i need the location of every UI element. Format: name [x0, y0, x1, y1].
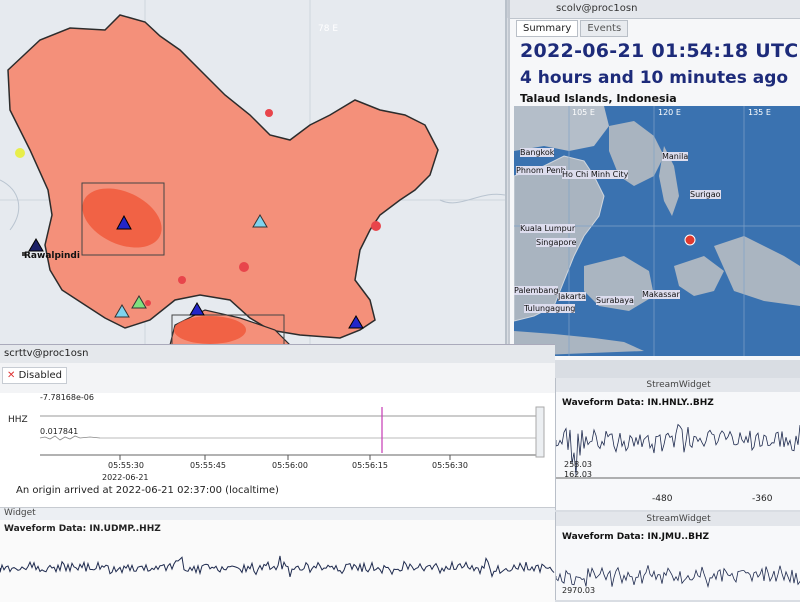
- place-label: Makassar: [642, 290, 680, 299]
- place-label: Surigao: [690, 190, 721, 199]
- lon-tick: 135 E: [748, 108, 771, 117]
- time-tick: 05:56:30: [432, 461, 468, 470]
- window-title: scrttv@proc1osn: [4, 348, 89, 359]
- event-marker: [371, 221, 381, 231]
- window-titlebar[interactable]: scrttv@proc1osn: [0, 345, 555, 363]
- widget-titlebar: Widget: [0, 508, 555, 520]
- widget-title: StreamWidget: [556, 512, 800, 526]
- time-tick: 05:56:15: [352, 461, 388, 470]
- place-label: Bangkok: [520, 148, 555, 157]
- trace-svg[interactable]: [0, 393, 555, 523]
- disabled-toggle[interactable]: ✕ Disabled: [2, 367, 68, 384]
- seismic-map-window[interactable]: 78 E Rawalpindi: [0, 0, 507, 345]
- amplitude-value: 258.03: [564, 460, 592, 469]
- event-epicenter-marker: [684, 234, 696, 246]
- time-tick: -360: [752, 494, 773, 504]
- place-label: Manila: [662, 152, 689, 161]
- event-marker: [239, 262, 249, 272]
- place-label: Jakarta: [558, 292, 586, 301]
- amplitude-value: 162.03: [564, 470, 592, 479]
- close-icon: ✕: [7, 370, 16, 381]
- time-tick: -480: [652, 494, 673, 504]
- lon-tick: 120 E: [658, 108, 681, 117]
- time-tick: 05:55:45: [190, 461, 226, 470]
- widget-title: StreamWidget: [556, 378, 800, 392]
- tab-summary[interactable]: Summary: [516, 20, 579, 37]
- stream-widget[interactable]: StreamWidget Waveform Data: IN.JMU..BHZ …: [555, 512, 800, 600]
- event-marker: [15, 148, 25, 158]
- event-location-map[interactable]: 105 E 120 E 135 E Bangkok Phnom Penh Ho …: [514, 106, 800, 356]
- waveform-label: Waveform Data: IN.HNLY..BHZ: [562, 398, 714, 408]
- lon-tick: 105 E: [572, 108, 595, 117]
- event-region: Talaud Islands, Indonesia: [520, 92, 677, 105]
- waveform-panel[interactable]: -7.78168e-06 HHZ 0.017841 05:55:30 05:55…: [0, 393, 555, 523]
- place-label: Phnom Penh: [516, 166, 566, 175]
- place-label: Tulungagung: [524, 304, 576, 313]
- trace-viewer-window[interactable]: scrttv@proc1osn ✕ Disabled -7.78168e-06 …: [0, 344, 555, 602]
- amplitude-value: 2970.03: [562, 586, 596, 595]
- origin-notification: An origin arrived at 2022-06-21 02:37:00…: [16, 485, 279, 496]
- waveform-widget[interactable]: Widget Waveform Data: IN.UDMP..HHZ: [0, 507, 555, 602]
- tab-bar: Summary Events: [516, 20, 629, 37]
- event-marker: [178, 276, 186, 284]
- date-label: 2022-06-21: [102, 473, 149, 482]
- event-time: 2022-06-21 01:54:18 UTC: [520, 40, 799, 62]
- waveform-trace: [0, 555, 555, 579]
- event-summary-window[interactable]: scolv@proc1osn Summary Events 2022-06-21…: [508, 0, 800, 360]
- window-title: scolv@proc1osn: [556, 3, 638, 14]
- waveform-label: Waveform Data: IN.UDMP..HHZ: [4, 524, 161, 534]
- waveform-label: Waveform Data: IN.JMU..BHZ: [562, 532, 710, 542]
- event-uncertainty-ellipse: [174, 316, 246, 344]
- event-marker: [265, 109, 273, 117]
- place-label: Ho Chi Minh City: [562, 170, 629, 179]
- place-label: Kuala Lumpur: [520, 224, 576, 233]
- widget-title: Widget: [4, 508, 36, 518]
- time-tick: 05:56:00: [272, 461, 308, 470]
- time-tick: 05:55:30: [108, 461, 144, 470]
- station-label: Rawalpindi: [24, 251, 80, 261]
- event-marker: [145, 300, 151, 306]
- tab-events[interactable]: Events: [580, 20, 629, 37]
- window-titlebar[interactable]: scolv@proc1osn: [510, 0, 800, 19]
- stream-widget[interactable]: StreamWidget Waveform Data: IN.HNLY..BHZ…: [555, 378, 800, 510]
- event-age: 4 hours and 10 minutes ago: [520, 68, 789, 88]
- place-label: Singapore: [536, 238, 577, 247]
- place-label: Palembang: [514, 286, 559, 295]
- map-canvas[interactable]: [0, 0, 505, 345]
- lon-tick: 78 E: [318, 24, 338, 34]
- waveform-trace: [556, 423, 800, 479]
- disabled-label: Disabled: [18, 370, 63, 381]
- place-label: Surabaya: [596, 296, 634, 305]
